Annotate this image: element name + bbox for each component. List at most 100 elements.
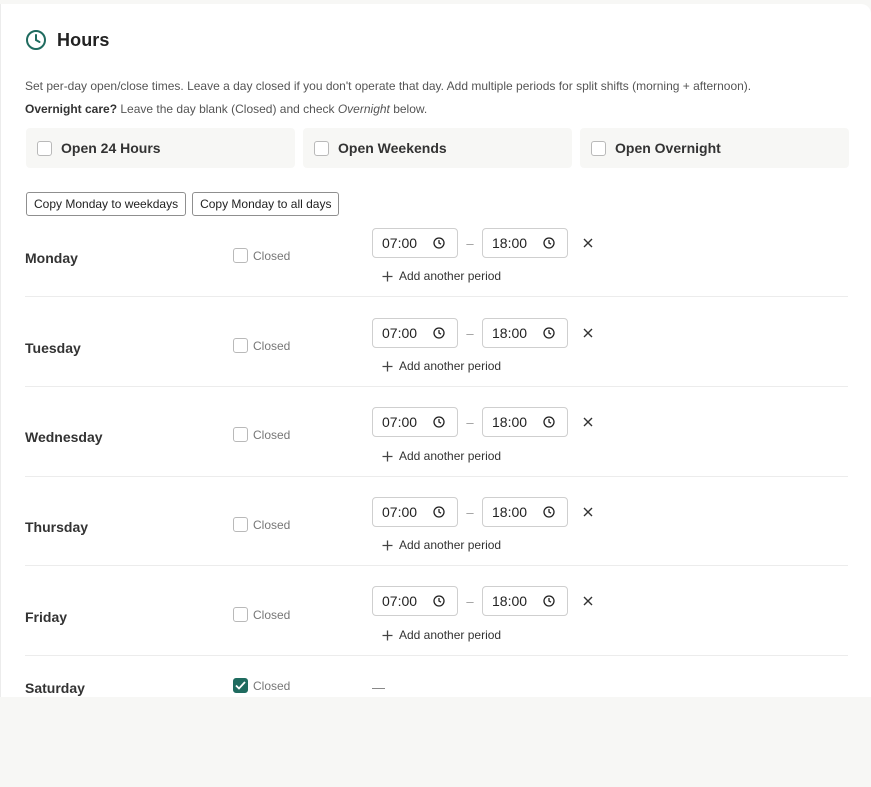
section-title: Hours [57,29,110,50]
clock-icon[interactable] [433,595,445,607]
add-period-label: Add another period [399,269,502,283]
clock-icon[interactable] [543,327,555,339]
plus-icon [382,540,393,550]
checkbox[interactable] [314,140,329,156]
time-period: 07:00 – 18:00 [372,586,597,616]
range-dash: – [466,504,474,520]
overnight-note-text-b: below. [389,102,428,116]
closed-toggle[interactable]: Closed [233,517,290,532]
clock-icon[interactable] [433,506,445,518]
copy-to-all-days-button[interactable]: Copy Monday to all days [192,192,340,216]
close-icon [583,328,593,338]
closed-checkbox[interactable] [233,607,248,622]
clock-icon[interactable] [543,595,555,607]
close-icon [583,507,593,517]
add-period-label: Add another period [399,538,502,552]
clock-icon[interactable] [433,416,445,428]
open-time-value: 07:00 [382,325,418,341]
no-hours-placeholder [372,688,385,689]
range-dash: – [466,593,474,609]
plus-icon [382,361,393,371]
closed-checkbox[interactable] [233,517,248,532]
clock-icon[interactable] [543,506,555,518]
close-time-value: 18:00 [492,235,528,251]
section-description: Set per-day open/close times. Leave a da… [25,75,865,121]
close-time-value: 18:00 [492,593,528,609]
time-period: 07:00 – 18:00 [372,318,597,348]
remove-period-button[interactable] [579,592,597,610]
plus-icon [382,630,393,640]
closed-label: Closed [253,338,291,353]
close-icon [583,238,593,248]
option-label: Open Overnight [615,140,721,156]
close-time-value: 18:00 [492,414,528,430]
close-time-input[interactable]: 18:00 [482,586,568,616]
clock-icon[interactable] [433,237,445,249]
range-dash: – [466,235,474,251]
add-period-label: Add another period [399,449,502,463]
open-time-value: 07:00 [382,235,418,251]
day-name: Thursday [25,519,89,535]
overnight-note: Overnight care? Leave the day blank (Clo… [25,98,865,121]
option-label: Open Weekends [338,140,447,156]
close-time-input[interactable]: 18:00 [482,407,568,437]
time-period: 07:00 – 18:00 [372,407,597,437]
copy-to-weekdays-button[interactable]: Copy Monday to weekdays [26,192,187,216]
option-open-overnight[interactable]: Open Overnight [580,128,849,168]
remove-period-button[interactable] [579,503,597,521]
closed-checkbox[interactable] [233,427,248,442]
add-period-label: Add another period [399,628,502,642]
close-time-value: 18:00 [492,504,528,520]
close-time-value: 18:00 [492,325,528,341]
closed-label: Closed [253,678,291,693]
option-open-weekends[interactable]: Open Weekends [303,128,572,168]
open-time-input[interactable]: 07:00 [372,407,458,437]
remove-period-button[interactable] [579,234,597,252]
closed-label: Closed [253,607,291,622]
day-name: Tuesday [25,340,81,356]
clock-icon[interactable] [543,237,555,249]
closed-toggle[interactable]: Closed [233,338,290,353]
closed-toggle[interactable]: Closed [233,678,290,693]
section-header: Hours [25,28,110,52]
checkbox[interactable] [37,140,52,156]
open-time-input[interactable]: 07:00 [372,586,458,616]
day-row-monday: Monday Closed 07:00 – 18:00 Add another … [25,222,848,297]
close-icon [583,596,593,606]
remove-period-button[interactable] [579,324,597,342]
copy-actions: Copy Monday to weekdays Copy Monday to a… [26,192,340,216]
closed-toggle[interactable]: Closed [233,248,290,263]
hours-options: Open 24 Hours Open Weekends Open Overnig… [26,128,849,168]
day-row-thursday: Thursday Closed 07:00 – 18:00 Add anothe… [25,477,848,566]
closed-toggle[interactable]: Closed [233,607,290,622]
close-time-input[interactable]: 18:00 [482,228,568,258]
closed-checkbox[interactable] [233,248,248,263]
add-period-label: Add another period [399,359,502,373]
clock-icon[interactable] [543,416,555,428]
open-time-input[interactable]: 07:00 [372,228,458,258]
open-time-input[interactable]: 07:00 [372,318,458,348]
open-time-value: 07:00 [382,593,418,609]
add-period-button[interactable]: Add another period [382,628,501,642]
plus-icon [382,271,393,281]
clock-icon[interactable] [433,327,445,339]
add-period-button[interactable]: Add another period [382,538,501,552]
overnight-note-bold: Overnight care? [25,102,118,116]
closed-checkbox[interactable] [233,338,248,353]
close-time-input[interactable]: 18:00 [482,497,568,527]
closed-toggle[interactable]: Closed [233,427,290,442]
open-time-input[interactable]: 07:00 [372,497,458,527]
add-period-button[interactable]: Add another period [382,359,501,373]
close-time-input[interactable]: 18:00 [482,318,568,348]
closed-checkbox[interactable] [233,678,248,693]
remove-period-button[interactable] [579,413,597,431]
open-time-value: 07:00 [382,414,418,430]
day-row-tuesday: Tuesday Closed 07:00 – 18:00 Add another… [25,297,848,387]
day-name: Saturday [25,680,85,696]
day-name: Wednesday [25,429,103,445]
day-name: Friday [25,609,68,625]
add-period-button[interactable]: Add another period [382,269,501,283]
checkbox[interactable] [591,140,606,156]
option-open-24-hours[interactable]: Open 24 Hours [26,128,295,168]
add-period-button[interactable]: Add another period [382,449,501,463]
